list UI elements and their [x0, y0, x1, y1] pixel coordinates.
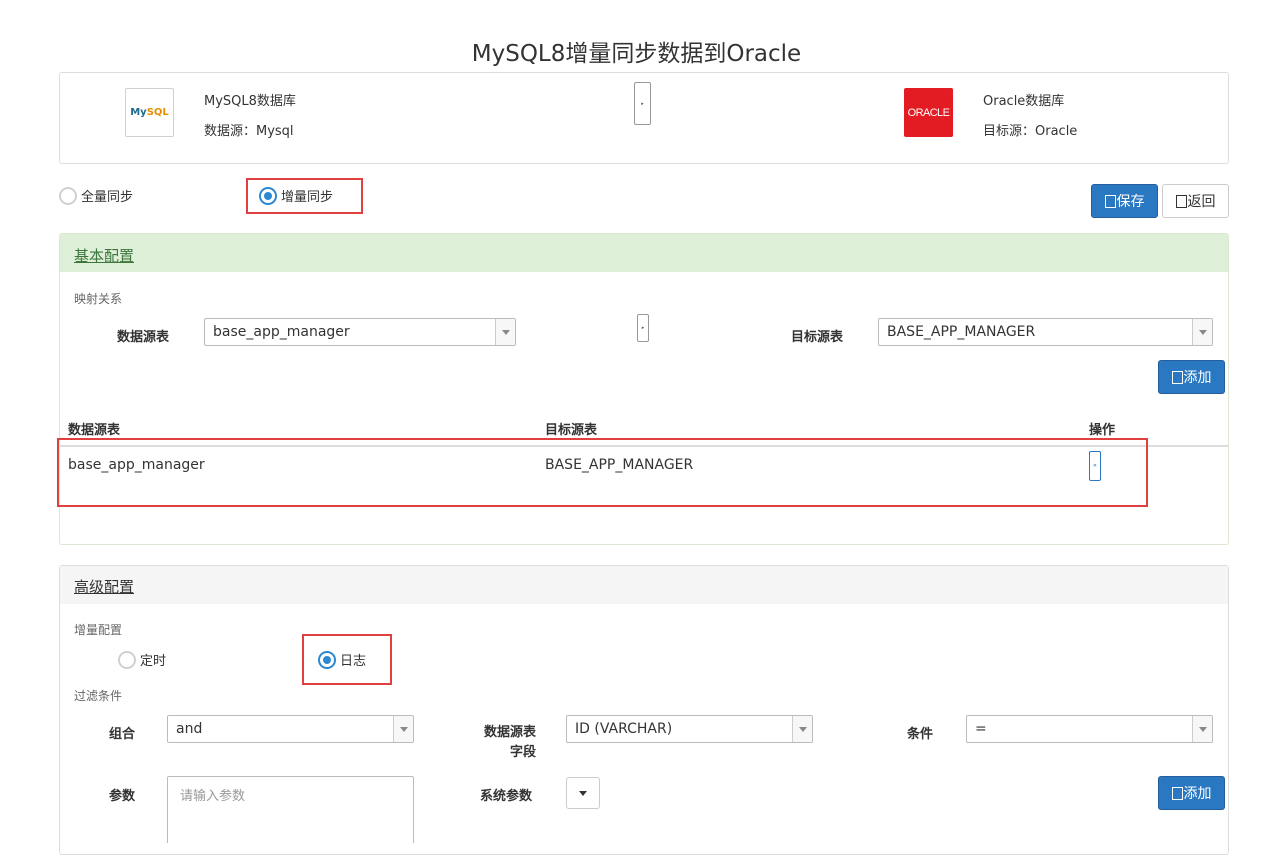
save-button[interactable]: 保存	[1091, 184, 1158, 218]
table-cell-source: base_app_manager	[68, 457, 205, 473]
field-label-line2: 字段	[509, 745, 536, 760]
add-icon	[1171, 786, 1183, 800]
mysql-logo-icon: MySQL	[125, 88, 174, 137]
field-select[interactable]: ID (VARCHAR)	[566, 715, 813, 743]
field-value: ID (VARCHAR)	[575, 721, 673, 737]
radio-on-icon	[259, 186, 277, 205]
add-mapping-button[interactable]: 添加	[1158, 360, 1225, 394]
mysql-logo-text-b: SQL	[146, 107, 169, 118]
mapping-arrow-icon: ▸	[637, 314, 649, 342]
param-label: 参数	[109, 789, 136, 804]
advanced-config-header	[60, 566, 1228, 604]
incremental-sync-radio[interactable]: 增量同步	[259, 186, 333, 205]
target-db-type: 目标源：Oracle	[983, 124, 1078, 139]
log-label: 日志	[340, 654, 367, 669]
condition-label: 条件	[907, 727, 934, 742]
table-cell-target: BASE_APP_MANAGER	[545, 457, 694, 473]
target-db-name: Oracle数据库	[983, 94, 1065, 109]
chevron-down-icon	[393, 716, 413, 742]
save-icon	[1104, 194, 1116, 208]
target-table-value: BASE_APP_MANAGER	[887, 324, 1036, 340]
basic-config-title[interactable]: 基本配置	[74, 245, 134, 266]
add-filter-label: 添加	[1183, 786, 1212, 802]
incremental-sync-label: 增量同步	[281, 190, 334, 205]
incremental-config-label: 增量配置	[74, 623, 123, 637]
param-placeholder: 请输入参数	[180, 789, 246, 804]
condition-value: =	[975, 721, 987, 737]
save-label: 保存	[1116, 194, 1145, 210]
condition-select[interactable]: =	[966, 715, 1213, 743]
combine-label: 组合	[109, 727, 136, 742]
chevron-down-icon	[1192, 716, 1212, 742]
sys-param-dropdown[interactable]	[566, 777, 600, 809]
mysql-logo-text-a: My	[130, 107, 147, 118]
table-header-source: 数据源表	[68, 423, 121, 438]
table-header-target: 目标源表	[545, 423, 598, 438]
advanced-config-title[interactable]: 高级配置	[74, 576, 134, 597]
sync-arrow-icon: ▸	[634, 82, 651, 125]
basic-config-header	[60, 234, 1228, 272]
add-mapping-label: 添加	[1183, 370, 1212, 386]
radio-on-icon	[318, 650, 336, 669]
combine-select[interactable]: and	[167, 715, 414, 743]
oracle-logo-icon: ORACLE	[904, 88, 953, 137]
add-filter-button[interactable]: 添加	[1158, 776, 1225, 810]
target-table-select[interactable]: BASE_APP_MANAGER	[878, 318, 1213, 346]
sys-param-label: 系统参数	[480, 789, 533, 804]
back-button[interactable]: 返回	[1162, 184, 1229, 218]
full-sync-radio[interactable]: 全量同步	[59, 186, 133, 205]
source-db-name: MySQL8数据库	[204, 94, 296, 109]
param-input[interactable]: 请输入参数	[167, 776, 414, 843]
timer-radio[interactable]: 定时	[118, 650, 166, 669]
radio-off-icon	[118, 650, 136, 669]
chevron-down-icon	[495, 319, 515, 345]
timer-label: 定时	[140, 654, 167, 669]
radio-off-icon	[59, 186, 77, 205]
delete-row-icon[interactable]: ✕	[1089, 451, 1101, 481]
chevron-down-icon	[792, 716, 812, 742]
oracle-logo-text: ORACLE	[907, 106, 950, 119]
field-label: 数据源表 字段	[480, 723, 536, 763]
add-icon	[1171, 370, 1183, 384]
combine-value: and	[176, 721, 203, 737]
table-header-action: 操作	[1089, 423, 1116, 438]
source-table-select[interactable]: base_app_manager	[204, 318, 516, 346]
source-table-label: 数据源表	[117, 330, 170, 345]
mapping-label: 映射关系	[74, 292, 123, 306]
source-db-type: 数据源：Mysql	[204, 124, 294, 139]
source-table-value: base_app_manager	[213, 324, 350, 340]
full-sync-label: 全量同步	[81, 190, 134, 205]
filter-label: 过滤条件	[74, 689, 123, 703]
caret-down-icon	[579, 790, 587, 796]
page-title: MySQL8增量同步数据到Oracle	[471, 41, 802, 67]
field-label-line1: 数据源表	[483, 725, 536, 740]
chevron-down-icon	[1192, 319, 1212, 345]
back-icon	[1175, 194, 1187, 208]
back-label: 返回	[1187, 194, 1216, 210]
log-radio[interactable]: 日志	[318, 650, 366, 669]
target-table-label: 目标源表	[791, 330, 844, 345]
